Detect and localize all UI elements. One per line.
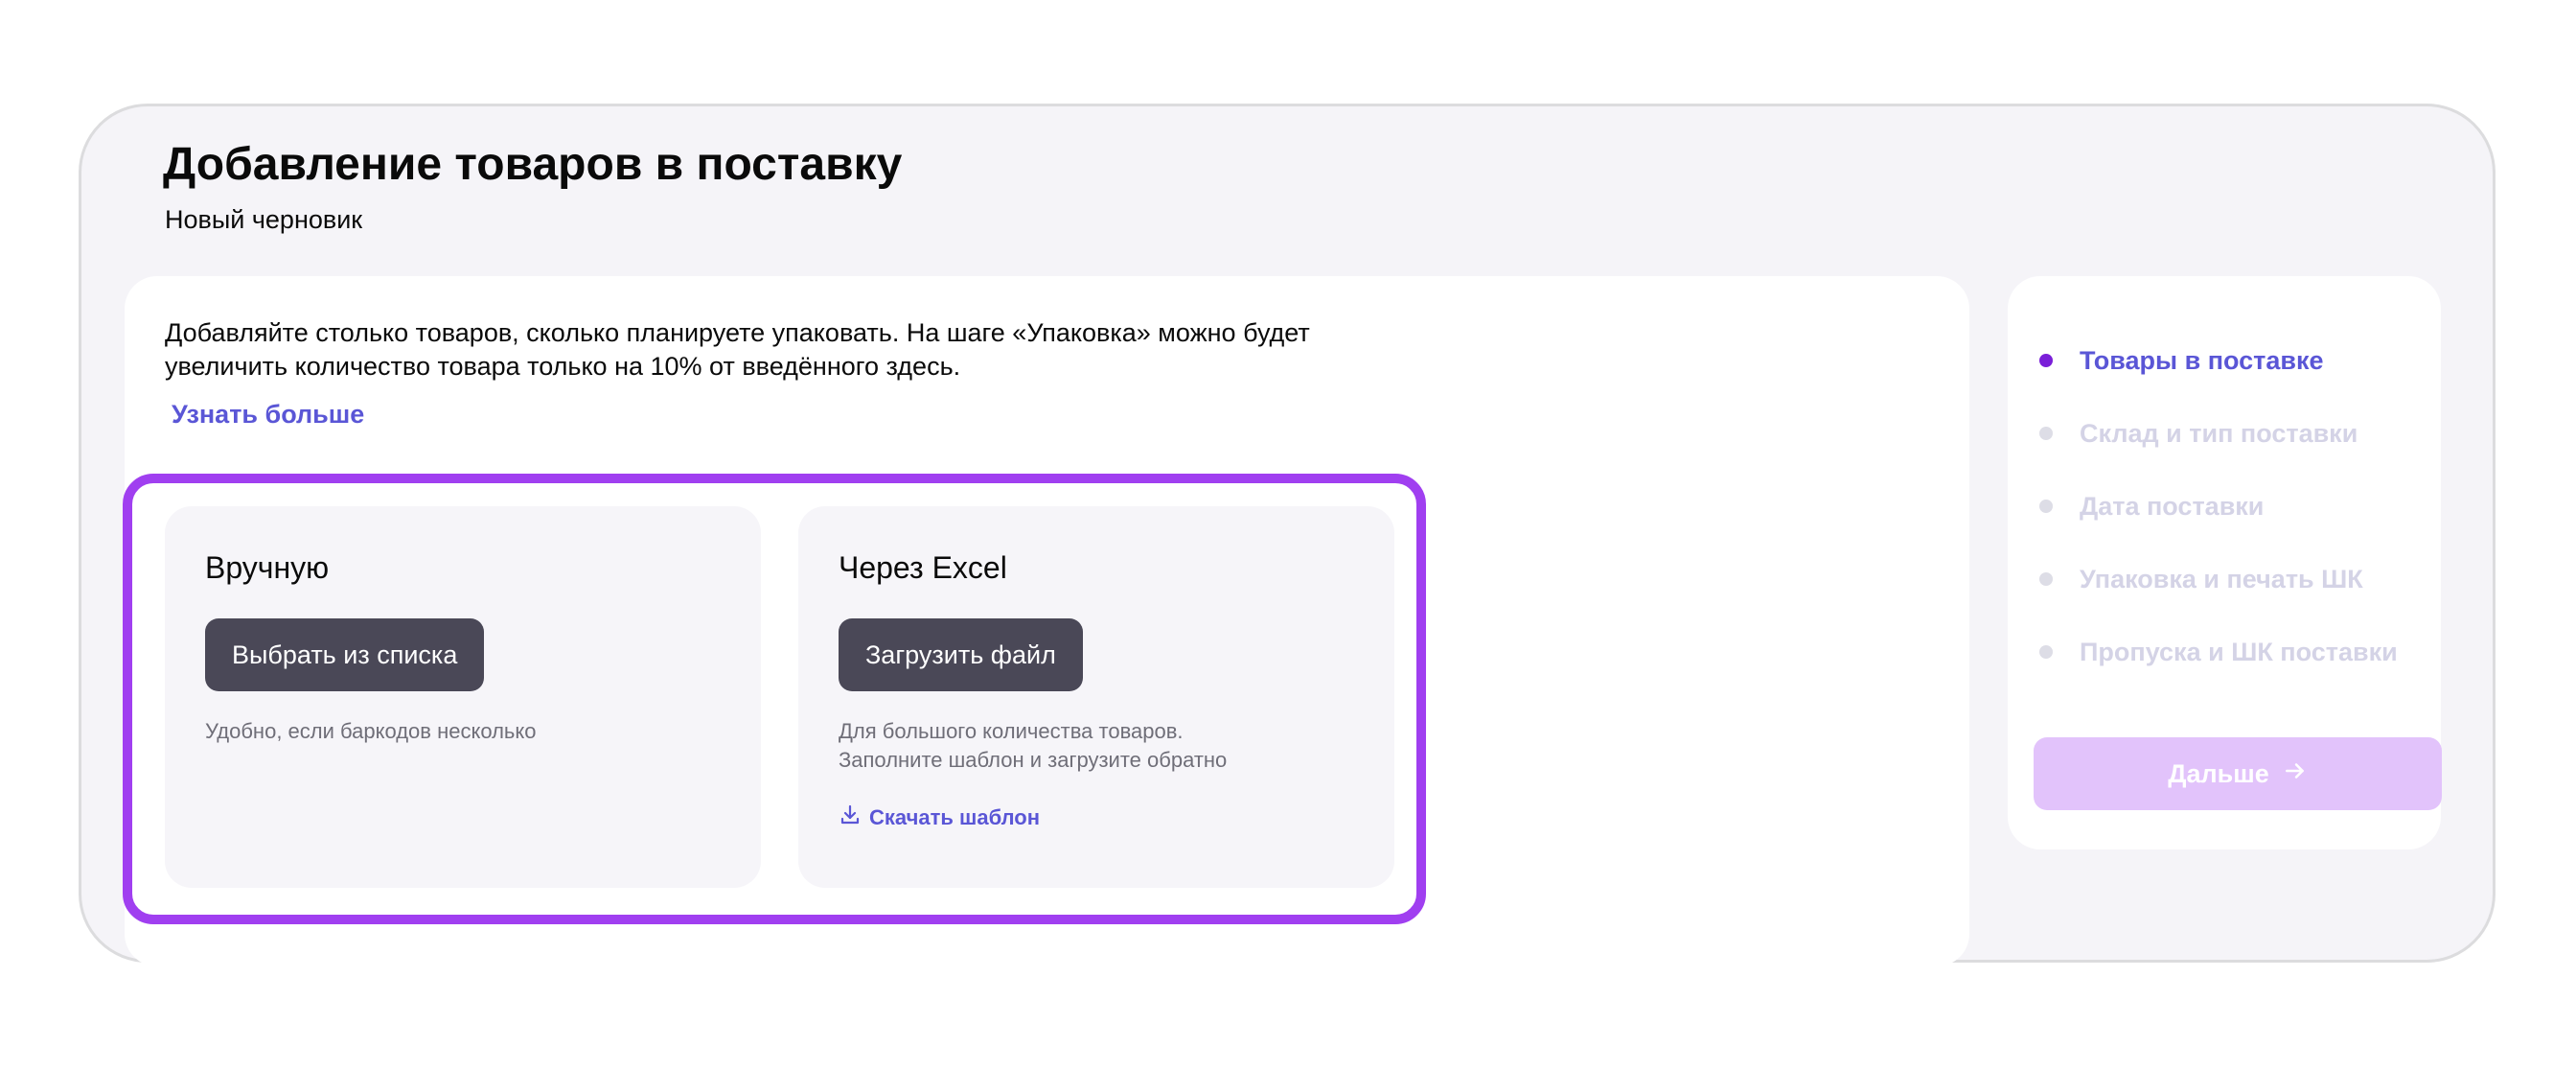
option-manual-title: Вручную [205,550,330,585]
step-dot-icon [2039,427,2053,440]
step-label: Товары в поставке [2080,345,2324,375]
step-dot-icon [2039,500,2053,513]
step-passes: Пропуска и ШК поставки [2037,616,2398,688]
step-dot-icon [2039,645,2053,659]
step-dot-icon [2039,354,2053,367]
arrow-right-icon [2283,758,2308,790]
next-button[interactable]: Дальше [2034,737,2442,810]
option-excel-hint-line1: Для большого количества товаров. [839,719,1184,743]
steps-list: Товары в поставке Склад и тип поставки Д… [2037,324,2398,688]
select-from-list-button[interactable]: Выбрать из списка [205,618,485,691]
step-label: Пропуска и ШК поставки [2080,637,2398,666]
learn-more-link[interactable]: Узнать больше [172,400,364,430]
option-manual-card: Вручную Выбрать из списка Удобно, если б… [165,506,761,888]
option-manual-hint: Удобно, если баркодов несколько [205,719,537,743]
page-title: Добавление товаров в поставку [163,139,903,190]
step-label: Упаковка и печать ШК [2080,564,2363,593]
info-text: Добавляйте столько товаров, сколько план… [165,318,1310,381]
option-excel-hint: Для большого количества товаров. Заполни… [839,717,1227,775]
step-goods[interactable]: Товары в поставке [2037,324,2398,397]
option-excel-hint-line2: Заполните шаблон и загрузите обратно [839,748,1228,772]
download-template-link[interactable]: Скачать шаблон [839,803,1040,832]
next-button-label: Дальше [2168,758,2269,788]
page-subtitle: Новый черновик [165,205,363,234]
step-date: Дата поставки [2037,470,2398,543]
step-warehouse: Склад и тип поставки [2037,397,2398,470]
step-label: Дата поставки [2080,491,2265,521]
step-dot-icon [2039,572,2053,586]
step-packing: Упаковка и печать ШК [2037,543,2398,616]
upload-file-button[interactable]: Загрузить файл [839,618,1083,691]
step-label: Склад и тип поставки [2080,418,2358,448]
option-excel-card: Через Excel Загрузить файл Для большого … [798,506,1394,888]
download-icon [839,803,862,832]
download-template-label: Скачать шаблон [869,805,1041,829]
option-excel-title: Через Excel [839,550,1007,585]
